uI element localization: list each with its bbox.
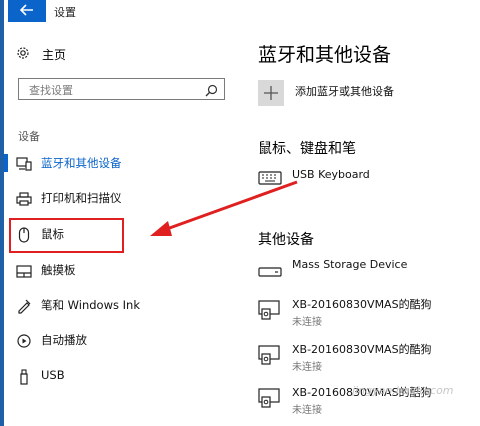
annotation-arrow — [150, 180, 298, 236]
watermark-text: jingyan.baidu.com — [352, 384, 454, 397]
